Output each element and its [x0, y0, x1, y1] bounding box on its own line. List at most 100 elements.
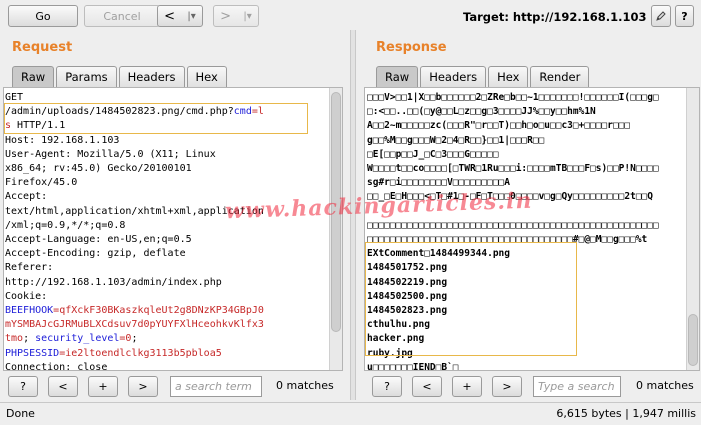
request-line: mYSMBAJcGJRMuBLXCdsuv7d0pYUYFXlHceohkvKl…: [5, 318, 342, 332]
request-match-count: 0 matches: [276, 379, 334, 392]
response-line: W□□□□t□□co□□□□[□TWR□1Ru□□□i:□□□□mTB□□□F□…: [367, 163, 659, 175]
request-token: GET: [5, 92, 24, 103]
response-tabs: Raw Headers Hex Render: [376, 66, 591, 87]
request-search-prev-button[interactable]: <: [48, 376, 78, 397]
status-left: Done: [6, 407, 35, 420]
forward-button[interactable]: > |▾: [213, 5, 259, 27]
status-separator: [0, 402, 701, 403]
help-icon: ?: [681, 9, 688, 23]
request-tab-headers[interactable]: Headers: [118, 66, 185, 87]
next-icon: >: [502, 380, 512, 393]
response-tab-hex[interactable]: Hex: [488, 66, 529, 87]
request-token: PHPSESSID: [5, 347, 60, 359]
response-search-add-button[interactable]: +: [452, 376, 482, 397]
response-line: u□□□□□□□IEND□B`□: [367, 361, 459, 371]
request-tabs: Raw Params Headers Hex: [12, 66, 229, 87]
response-match-count: 0 matches: [636, 379, 694, 392]
request-token: Connection: close: [5, 361, 108, 371]
request-token: Accept:: [5, 191, 48, 203]
request-token: =0: [119, 333, 132, 345]
cancel-button[interactable]: Cancel: [84, 5, 160, 27]
response-line: □□□□□□□□□□□□□□□□□□□□□□□□□□□□□□□□□□□□□□□□…: [367, 219, 659, 231]
request-line: Accept-Encoding: gzip, deflate: [5, 247, 342, 261]
request-line: tmo; security_level=0;: [5, 332, 342, 346]
request-line: Referer:: [5, 261, 342, 275]
response-scroll-thumb[interactable]: [688, 314, 698, 366]
response-line: g□□%M□□g□□□W□2□4□R□□}□□1|□□□R□□: [367, 134, 545, 146]
response-line: sg#r□i□□□□□□□□V□□□□□□□□□A: [367, 177, 510, 189]
response-tab-headers[interactable]: Headers: [420, 66, 487, 87]
request-token: tmo: [5, 333, 24, 345]
response-search-prev-button[interactable]: <: [412, 376, 442, 397]
request-line: Cookie:: [5, 290, 342, 304]
request-token: User-Agent: Mozilla/5.0 (X11; Linux: [5, 148, 216, 160]
request-token: Cookie:: [5, 290, 48, 302]
cancel-label: Cancel: [103, 9, 141, 23]
response-line: A□□2~m□□□□□zc(□□□R"□r□□T)□□h□o□u□□c3□+□□…: [367, 120, 631, 132]
pencil-icon: [656, 11, 666, 21]
response-search-help-button[interactable]: ?: [372, 376, 402, 397]
request-title: Request: [12, 40, 73, 55]
response-search-input[interactable]: Type a search: [533, 376, 621, 397]
request-tab-raw[interactable]: Raw: [12, 66, 55, 87]
help-button[interactable]: ?: [675, 5, 694, 27]
request-line: Connection: close: [5, 361, 342, 371]
back-arrow-icon: <: [164, 8, 176, 24]
previous-icon: <: [58, 380, 68, 393]
request-token: =ie2ltoendlclkg3113b5pbloa5: [59, 347, 222, 359]
request-token: ;: [23, 333, 36, 345]
request-token: Accept-Language: en-US,en;q=0.5: [5, 234, 192, 246]
response-search-placeholder: Type a search: [538, 380, 615, 393]
go-button[interactable]: Go: [8, 5, 78, 27]
response-search-next-button[interactable]: >: [492, 376, 522, 397]
request-token: Accept-Encoding: gzip, deflate: [5, 248, 186, 260]
request-token: Referer:: [5, 262, 54, 274]
help-icon: ?: [20, 380, 26, 393]
request-tab-params[interactable]: Params: [56, 66, 117, 87]
request-token: Host: 192.168.1.103: [5, 134, 120, 146]
request-line-highlight: [4, 103, 308, 134]
request-line: http://192.168.1.103/admin/index.php: [5, 276, 342, 290]
request-tab-hex[interactable]: Hex: [186, 66, 227, 87]
previous-icon: <: [422, 380, 432, 393]
request-token: Firefox/45.0: [5, 177, 78, 189]
request-search-help-button[interactable]: ?: [8, 376, 38, 397]
request-token: ;: [131, 333, 138, 345]
plus-icon: +: [462, 380, 472, 393]
request-search-placeholder: a search term: [175, 380, 252, 393]
request-token: BEEFHOOK: [5, 305, 54, 317]
request-line: User-Agent: Mozilla/5.0 (X11; Linux: [5, 148, 342, 162]
request-search-next-button[interactable]: >: [128, 376, 158, 397]
response-line: □:<□□..□□(□y@□□L□z□□g□3□□□□JJ%□□y□□hm%1N: [367, 106, 596, 118]
request-line: Host: 192.168.1.103: [5, 134, 342, 148]
request-line: x86_64; rv:45.0) Gecko/20100101: [5, 162, 342, 176]
request-token: http://192.168.1.103/admin/index.php: [5, 276, 222, 288]
next-icon: >: [138, 380, 148, 393]
request-search-input[interactable]: a search term: [170, 376, 262, 397]
request-token: =qfXckF30BKaszkqleUt2g8DNzKP34GBpJ0: [53, 305, 264, 317]
status-right: 6,615 bytes | 1,947 millis: [556, 407, 696, 420]
forward-arrow-icon: >: [220, 8, 232, 24]
edit-target-button[interactable]: [651, 5, 671, 27]
response-tab-render[interactable]: Render: [530, 66, 590, 87]
back-dropdown-icon: |▾: [187, 10, 196, 22]
request-token: security_level: [35, 333, 120, 345]
request-scrollbar[interactable]: [329, 88, 342, 370]
request-token: x86_64; rv:45.0) Gecko/20100101: [5, 163, 192, 175]
request-line: Firefox/45.0: [5, 176, 342, 190]
request-token: /xml;q=0.9,*/*;q=0.8: [5, 219, 126, 231]
request-search-add-button[interactable]: +: [88, 376, 118, 397]
request-line: Accept-Language: en-US,en;q=0.5: [5, 233, 342, 247]
target-label: Target: http://192.168.1.103: [463, 10, 647, 24]
response-tab-raw[interactable]: Raw: [376, 66, 419, 87]
response-scrollbar[interactable]: [686, 88, 699, 370]
back-button[interactable]: < |▾: [157, 5, 203, 27]
go-label: Go: [35, 9, 51, 23]
request-line: BEEFHOOK=qfXckF30BKaszkqleUt2g8DNzKP34GB…: [5, 304, 342, 318]
response-line: □□□V>□□1|X□□b□□□□□□2□ZRe□b□□~1□□□□□□□!□□…: [367, 92, 659, 103]
forward-dropdown-icon: |▾: [243, 10, 252, 22]
request-line: PHPSESSID=ie2ltoendlclkg3113b5pbloa5: [5, 347, 342, 361]
help-icon: ?: [384, 380, 390, 393]
request-token: mYSMBAJcGJRMuBLXCdsuv7d0pYUYFXlHceohkvKl…: [5, 319, 264, 331]
file-list-highlight: [365, 242, 577, 356]
